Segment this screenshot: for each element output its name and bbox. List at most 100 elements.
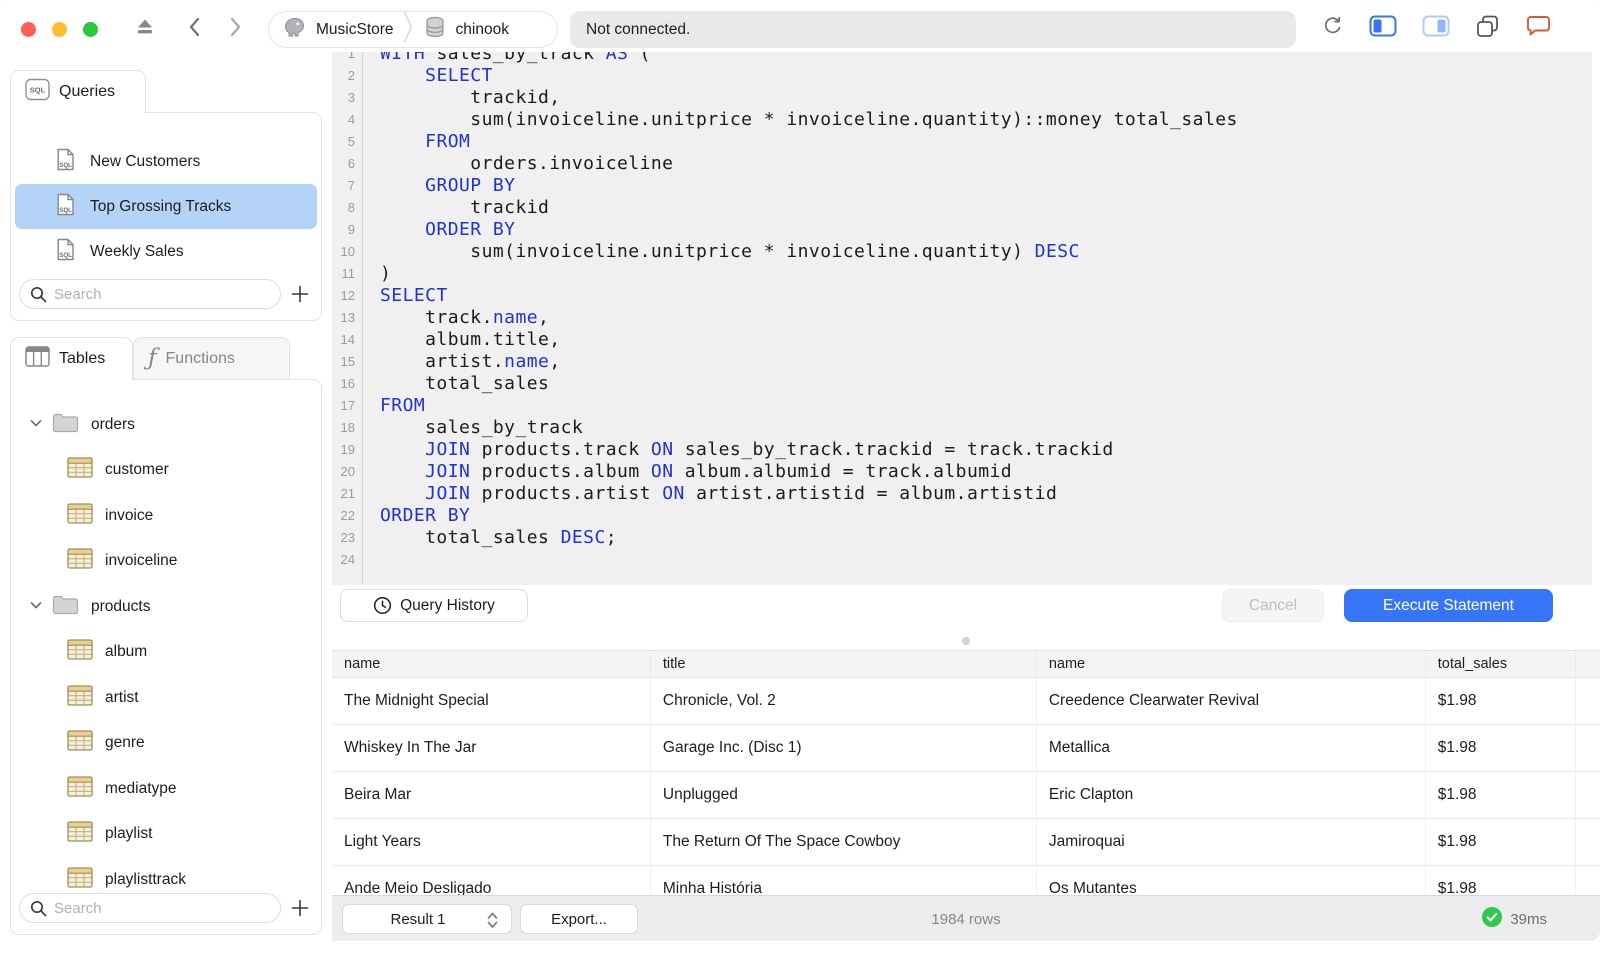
table-cell[interactable]: Unplugged <box>651 772 1037 818</box>
sidebar: SQL Queries SQL New Customers SQL Top Gr… <box>0 52 332 941</box>
window-controls <box>21 22 98 37</box>
tree-table-row[interactable]: mediatype <box>11 766 321 812</box>
editor-gutter: 1 2 3 4 5 6 7 8 9 10 11 12 13 14 15 16 17 18 19 20 21 22 23 24 <box>332 52 363 585</box>
table-label: playlist <box>105 825 153 843</box>
connection-status-text: Not connected. <box>586 20 691 38</box>
code-line: JOIN products.track ON sales_by_track.tr… <box>425 439 1114 460</box>
column-header[interactable]: title <box>651 651 1037 677</box>
tree-table-row[interactable]: album <box>11 630 321 676</box>
refresh-icon <box>1324 16 1341 34</box>
tree-table-row[interactable]: playlisttrack <box>11 857 321 894</box>
export-label: Export... <box>551 910 607 928</box>
sql-file-icon: SQL <box>56 148 75 176</box>
breadcrumb[interactable]: MusicStore chinook <box>268 11 558 48</box>
feedback-button[interactable] <box>1525 14 1552 38</box>
table-row[interactable]: The Midnight Special Chronicle, Vol. 2 Cre… <box>332 678 1600 725</box>
tree-table-row[interactable]: playlist <box>11 812 321 858</box>
column-header[interactable]: total_sales <box>1426 651 1576 677</box>
tree-table-row[interactable]: artist <box>11 675 321 721</box>
line-number: 5 <box>347 134 355 149</box>
table-cell[interactable]: Ande Meio Desligado <box>332 866 651 895</box>
query-item-label: New Customers <box>90 152 201 170</box>
editor-code-area[interactable]: WITH sales_by_track AS ( SELECT trackid,… <box>364 52 1592 585</box>
toggle-right-sidebar-button[interactable] <box>1422 15 1450 37</box>
column-header[interactable]: name <box>332 651 651 677</box>
query-list-item[interactable]: SQL Weekly Sales <box>15 229 317 274</box>
table-cell[interactable]: Whiskey In The Jar <box>332 725 651 771</box>
refresh-button[interactable] <box>1321 14 1344 38</box>
line-number: 3 <box>347 90 355 105</box>
tree-table-row[interactable]: genre <box>11 721 321 767</box>
close-button[interactable] <box>21 22 36 37</box>
add-query-button[interactable] <box>287 281 313 307</box>
chevron-down-icon[interactable] <box>29 598 43 616</box>
code-line: ) <box>380 263 392 284</box>
query-history-button[interactable]: Query History <box>340 589 528 622</box>
table-cell[interactable]: Minha História <box>651 866 1037 895</box>
tab-tables[interactable]: Tables <box>10 337 133 380</box>
schema-tree: orders customer invoice invoiceline prod… <box>11 402 321 894</box>
line-number: 14 <box>340 332 355 347</box>
result-selector[interactable]: Result 1 <box>342 904 512 934</box>
table-row[interactable]: Ande Meio Desligado Minha História Os Muta… <box>332 866 1600 895</box>
table-cell[interactable]: Os Mutantes <box>1037 866 1426 895</box>
table-cell[interactable]: Chronicle, Vol. 2 <box>651 678 1037 724</box>
column-header[interactable]: name <box>1037 651 1426 677</box>
table-icon <box>67 639 93 665</box>
tree-table-row[interactable]: invoice <box>11 493 321 539</box>
table-cell[interactable]: $1.98 <box>1426 772 1576 818</box>
search-icon <box>29 285 48 309</box>
line-number: 1 <box>347 52 355 61</box>
table-cell[interactable]: The Midnight Special <box>332 678 651 724</box>
table-cell[interactable]: $1.98 <box>1426 819 1576 865</box>
tab-functions[interactable]: ƒ Functions <box>133 337 290 379</box>
sql-editor[interactable]: 1 2 3 4 5 6 7 8 9 10 11 12 13 14 15 16 17 18 19 20 21 22 23 24 … <box>332 52 1592 585</box>
window-tabs-button[interactable] <box>1475 14 1500 39</box>
tables-search-input[interactable] <box>19 893 281 923</box>
minimize-button[interactable] <box>52 22 67 37</box>
table-cell[interactable]: $1.98 <box>1426 678 1576 724</box>
queries-search-input[interactable] <box>19 279 281 309</box>
table-row[interactable]: Light Years The Return Of The Space Cowbo… <box>332 819 1600 866</box>
zoom-button[interactable] <box>83 22 98 37</box>
table-cell[interactable]: $1.98 <box>1426 866 1576 895</box>
table-cell[interactable]: Creedence Clearwater Revival <box>1037 678 1426 724</box>
forward-button[interactable] <box>224 15 246 39</box>
tree-table-row[interactable]: customer <box>11 448 321 494</box>
query-list-item[interactable]: SQL New Customers <box>15 139 317 184</box>
tables-tab-label: Tables <box>59 350 106 367</box>
results-resize-handle[interactable] <box>962 637 970 645</box>
tab-queries[interactable]: SQL Queries <box>10 70 146 113</box>
execute-statement-button[interactable]: Execute Statement <box>1344 589 1553 622</box>
table-cell[interactable]: The Return Of The Space Cowboy <box>651 819 1037 865</box>
table-cell[interactable]: Light Years <box>332 819 651 865</box>
code-line: sales_by_track <box>380 417 584 438</box>
chevron-down-icon[interactable] <box>29 416 43 434</box>
toggle-left-sidebar-button[interactable] <box>1369 15 1397 37</box>
code-line: ORDER BY <box>425 219 516 240</box>
export-button[interactable]: Export... <box>520 904 638 934</box>
line-number: 10 <box>340 244 355 259</box>
table-cell[interactable]: Eric Clapton <box>1037 772 1426 818</box>
tree-table-row[interactable]: invoiceline <box>11 539 321 585</box>
table-cell[interactable]: Jamiroquai <box>1037 819 1426 865</box>
code-line: total_sales DESC; <box>380 527 618 548</box>
tree-folder-row[interactable]: products <box>11 584 321 630</box>
eject-button[interactable] <box>133 15 157 39</box>
table-cell[interactable]: Garage Inc. (Disc 1) <box>651 725 1037 771</box>
sort-chevrons-icon <box>485 910 500 934</box>
table-row[interactable]: Beira Mar Unplugged Eric Clapton $1.98 <box>332 772 1600 819</box>
add-table-button[interactable] <box>287 895 313 921</box>
line-number: 16 <box>340 376 355 391</box>
query-list-item[interactable]: SQL Top Grossing Tracks <box>15 184 317 229</box>
sql-badge-icon: SQL <box>25 78 50 106</box>
functions-tab-label: Functions <box>165 349 235 367</box>
back-button[interactable] <box>184 15 206 39</box>
cancel-button[interactable]: Cancel <box>1222 589 1324 622</box>
tree-folder-row[interactable]: orders <box>11 402 321 448</box>
table-cell[interactable]: Beira Mar <box>332 772 651 818</box>
table-row[interactable]: Whiskey In The Jar Garage Inc. (Disc 1) Me… <box>332 725 1600 772</box>
table-cell[interactable]: $1.98 <box>1426 725 1576 771</box>
table-cell[interactable]: Metallica <box>1037 725 1426 771</box>
code-line: FROM <box>425 131 471 152</box>
